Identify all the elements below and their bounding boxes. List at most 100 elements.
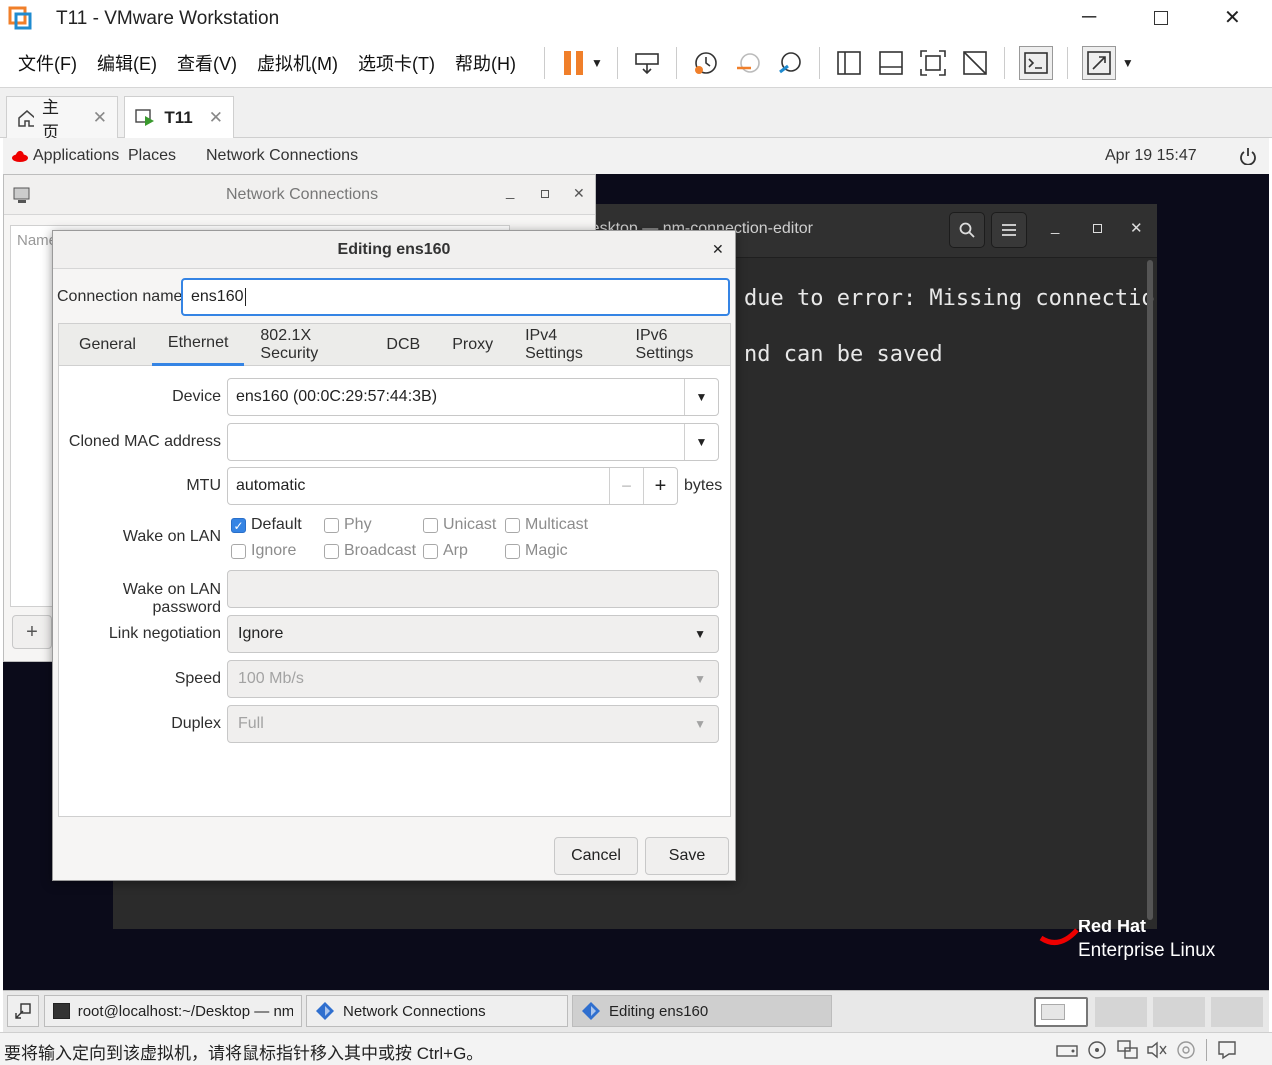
power-icon[interactable] bbox=[1239, 147, 1257, 165]
taskbar-item-network-connections[interactable]: Network Connections bbox=[306, 995, 568, 1027]
stretch-button[interactable] bbox=[1081, 45, 1116, 80]
pause-icon bbox=[563, 50, 583, 75]
wol-phy-checkbox[interactable]: Phy bbox=[324, 516, 372, 534]
tab-home-close-icon[interactable]: ✕ bbox=[93, 108, 107, 128]
network-adapter-icon[interactable] bbox=[1117, 1040, 1139, 1060]
message-log-icon[interactable] bbox=[1217, 1040, 1237, 1060]
cloned-mac-combo[interactable]: ▼ bbox=[227, 423, 719, 461]
wol-unicast-checkbox[interactable]: Unicast bbox=[423, 516, 496, 534]
terminal-minimize-button[interactable]: _ bbox=[1051, 218, 1059, 235]
tab-general[interactable]: General bbox=[63, 324, 152, 366]
workspace-2[interactable] bbox=[1095, 997, 1147, 1027]
vm-tab-strip: 主页 ✕ T11 ✕ bbox=[0, 88, 1272, 142]
thumbnail-button[interactable] bbox=[876, 48, 906, 78]
tab-proxy[interactable]: Proxy bbox=[436, 324, 509, 366]
workspace-4[interactable] bbox=[1211, 997, 1263, 1027]
clock[interactable]: Apr 19 15:47 bbox=[1105, 147, 1197, 165]
connection-name-label: Connection name bbox=[57, 288, 183, 305]
editing-close-button[interactable]: ✕ bbox=[712, 241, 724, 258]
menu-vm[interactable]: 虚拟机(M) bbox=[257, 50, 338, 76]
tab-t11-close-icon[interactable]: ✕ bbox=[209, 108, 223, 128]
connection-name-input[interactable]: ens160 bbox=[181, 278, 730, 316]
save-button[interactable]: Save bbox=[645, 837, 729, 875]
nc-maximize-button[interactable] bbox=[541, 190, 549, 198]
stretch-dropdown-icon[interactable]: ▼ bbox=[1122, 56, 1134, 70]
tab-dcb[interactable]: DCB bbox=[370, 324, 436, 366]
close-button[interactable]: ✕ bbox=[1224, 5, 1241, 30]
active-app-label[interactable]: Network Connections bbox=[206, 147, 358, 165]
menu-edit[interactable]: 编辑(E) bbox=[97, 50, 157, 76]
mtu-increment-button[interactable]: + bbox=[643, 468, 677, 504]
wol-arp-checkbox[interactable]: Arp bbox=[423, 542, 468, 560]
guest-display[interactable]: Applications Places Network Connections … bbox=[3, 138, 1269, 990]
add-connection-button[interactable]: + bbox=[12, 615, 52, 649]
wol-multicast-checkbox[interactable]: Multicast bbox=[505, 516, 588, 534]
tab-home[interactable]: 主页 ✕ bbox=[6, 96, 118, 142]
workspace-3[interactable] bbox=[1153, 997, 1205, 1027]
tab-t11[interactable]: T11 ✕ bbox=[124, 96, 234, 139]
speed-combo[interactable]: 100 Mb/s ▼ bbox=[227, 660, 719, 698]
pause-dropdown-icon[interactable]: ▼ bbox=[591, 56, 603, 70]
taskbar-item-terminal[interactable]: root@localhost:~/Desktop — nm-... bbox=[44, 995, 302, 1027]
menu-help[interactable]: 帮助(H) bbox=[455, 50, 516, 76]
nc-title: Network Connections bbox=[226, 186, 379, 203]
device-combo[interactable]: ens160 (00:0C:29:57:44:3B) ▼ bbox=[227, 378, 719, 416]
send-ctrl-alt-del-button[interactable] bbox=[632, 48, 662, 78]
library-button[interactable] bbox=[834, 48, 864, 78]
revert-snapshot-button[interactable] bbox=[733, 48, 763, 78]
network-diamond-icon bbox=[582, 1002, 600, 1020]
snapshot-button[interactable] bbox=[691, 48, 721, 78]
sound-icon[interactable] bbox=[1146, 1040, 1168, 1060]
cloned-mac-dropdown-icon[interactable]: ▼ bbox=[684, 424, 718, 460]
terminal-line-2: nd can be saved bbox=[744, 342, 943, 367]
terminal-close-button[interactable]: ✕ bbox=[1130, 219, 1143, 237]
menu-view[interactable]: 查看(V) bbox=[177, 50, 237, 76]
console-view-button[interactable] bbox=[1018, 45, 1053, 80]
wol-magic-checkbox[interactable]: Magic bbox=[505, 542, 568, 560]
device-dropdown-icon[interactable]: ▼ bbox=[684, 379, 718, 415]
terminal-scrollbar[interactable] bbox=[1147, 260, 1153, 920]
link-negotiation-combo[interactable]: Ignore ▼ bbox=[227, 615, 719, 653]
editing-dialog[interactable]: Editing ens160 ✕ Connection name ens160 … bbox=[52, 230, 736, 881]
pause-button[interactable] bbox=[559, 48, 589, 78]
terminal-menu-button[interactable] bbox=[991, 212, 1027, 248]
show-desktop-button[interactable] bbox=[7, 995, 39, 1027]
terminal-search-button[interactable] bbox=[949, 212, 985, 248]
applications-menu[interactable]: Applications bbox=[33, 147, 119, 165]
nc-headerbar: Network Connections _ ✕ bbox=[4, 175, 595, 215]
tab-ethernet[interactable]: Ethernet bbox=[151, 324, 245, 366]
wol-default-checkbox[interactable]: ✓ Default bbox=[231, 516, 302, 534]
mtu-spinbutton[interactable]: automatic − + bbox=[227, 467, 678, 505]
cancel-button[interactable]: Cancel bbox=[554, 837, 638, 875]
snapshot-manager-button[interactable] bbox=[775, 48, 805, 78]
maximize-button[interactable] bbox=[1154, 11, 1168, 25]
link-negotiation-label: Link negotiation bbox=[108, 625, 221, 642]
fullscreen-button[interactable] bbox=[918, 48, 948, 78]
menu-file[interactable]: 文件(F) bbox=[18, 50, 77, 76]
places-menu[interactable]: Places bbox=[128, 147, 176, 165]
wol-unicast-label: Unicast bbox=[443, 516, 497, 533]
nc-minimize-button[interactable]: _ bbox=[506, 183, 514, 200]
tab-8021x-security[interactable]: 802.1X Security bbox=[244, 324, 370, 366]
status-message: 要将输入定向到该虚拟机，请将鼠标指针移入其中或按 Ctrl+G。 bbox=[4, 1044, 484, 1063]
tab-ipv6-settings[interactable]: IPv6 Settings bbox=[620, 324, 730, 366]
wol-phy-label: Phy bbox=[344, 516, 372, 533]
wol-password-input[interactable] bbox=[227, 570, 719, 608]
nc-close-button[interactable]: ✕ bbox=[573, 185, 585, 202]
wol-ignore-checkbox[interactable]: Ignore bbox=[231, 542, 296, 560]
workspace-1[interactable] bbox=[1034, 997, 1088, 1027]
cd-dvd-icon[interactable] bbox=[1087, 1040, 1109, 1060]
unity-button[interactable] bbox=[960, 48, 990, 78]
usb-icon[interactable] bbox=[1176, 1040, 1196, 1060]
hard-disk-icon[interactable] bbox=[1056, 1041, 1078, 1059]
wol-broadcast-checkbox[interactable]: Broadcast bbox=[324, 542, 416, 560]
tab-ipv4-settings[interactable]: IPv4 Settings bbox=[509, 324, 619, 366]
column-name-header[interactable]: Name bbox=[17, 232, 57, 249]
taskbar-item-editing[interactable]: Editing ens160 bbox=[572, 995, 832, 1027]
menu-tabs[interactable]: 选项卡(T) bbox=[358, 50, 435, 76]
duplex-combo[interactable]: Full ▼ bbox=[227, 705, 719, 743]
minimize-button[interactable]: ─ bbox=[1082, 6, 1096, 29]
terminal-maximize-button[interactable] bbox=[1093, 224, 1102, 233]
mtu-decrement-button[interactable]: − bbox=[609, 468, 643, 504]
sidebar-layout-icon bbox=[837, 50, 861, 75]
